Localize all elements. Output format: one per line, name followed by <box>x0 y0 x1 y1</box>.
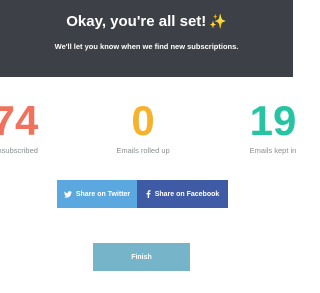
page-title-text: Okay, you're all set! <box>66 13 207 30</box>
twitter-bird-icon <box>63 190 72 198</box>
share-buttons: Share on Twitter Share on Facebook <box>57 180 228 208</box>
share-facebook-label: Share on Facebook <box>154 190 220 198</box>
page-title: Okay, you're all set! ✨ <box>0 13 293 30</box>
stat-label: Unsubscribed <box>0 146 38 155</box>
stat-unsubscribed: 74 Unsubscribed <box>0 97 70 156</box>
header-banner: Okay, you're all set! ✨ We'll let you kno… <box>0 0 293 77</box>
stat-rolled-up: 0 Emails rolled up <box>88 97 198 156</box>
stat-label: Emails kept in <box>249 146 297 155</box>
stat-value: 19 <box>249 97 297 144</box>
page-subtitle: We'll let you know when we find new subs… <box>54 42 239 51</box>
stat-kept-in: 19 Emails kept in <box>218 97 320 156</box>
share-twitter-button[interactable]: Share on Twitter <box>57 180 137 208</box>
share-twitter-label: Share on Twitter <box>75 190 131 198</box>
share-facebook-button[interactable]: Share on Facebook <box>137 180 228 208</box>
stat-value: 74 <box>0 97 39 144</box>
sparkles-icon: ✨ <box>209 13 227 29</box>
stat-label: Emails rolled up <box>116 146 170 155</box>
facebook-f-icon <box>146 190 151 198</box>
stat-value: 0 <box>131 97 155 144</box>
finish-button[interactable]: Finish <box>93 243 190 271</box>
